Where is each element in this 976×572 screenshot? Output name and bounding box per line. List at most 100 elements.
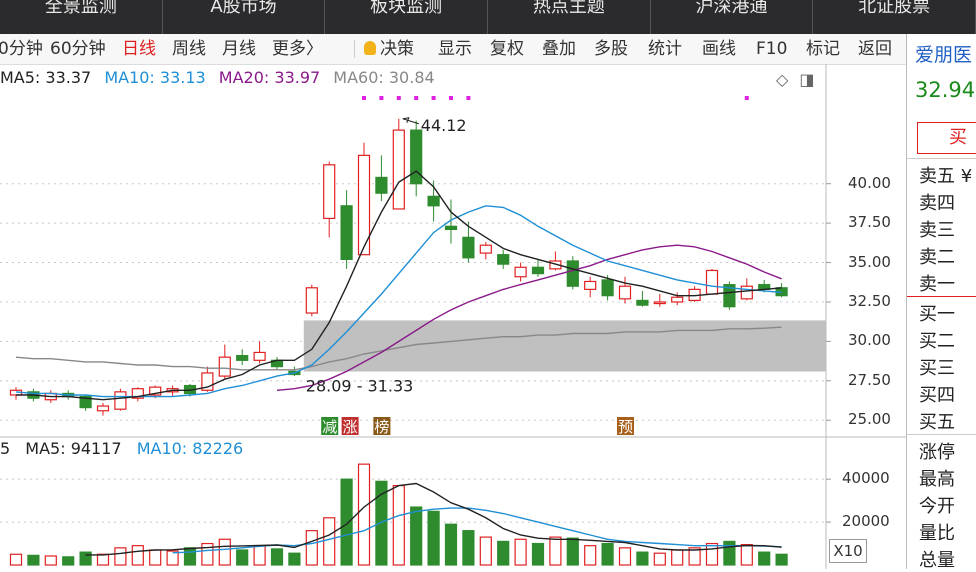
volume-bar [96,553,110,566]
price-tick-label: 32.50 [848,291,891,310]
buy-level-5: 买五 [919,412,955,433]
volume-ma10-line [172,507,782,554]
volume-bar [584,545,597,566]
draw-line-button[interactable]: 画线 [702,34,736,64]
volume-bar [740,544,753,566]
event-tag-label: 预 [618,418,633,436]
back-button[interactable]: 返回 [858,34,892,64]
volume-bar [270,548,284,566]
volume-multiplier-button[interactable]: X10 [829,539,867,563]
volume-bar [410,506,423,566]
volume-bar [236,549,249,566]
event-tag-label: 减 [322,418,337,436]
candle-body [671,296,684,303]
top-nav-tab[interactable]: A股市场 [163,0,326,34]
volume-bar [636,551,649,566]
candle-body [479,244,492,254]
volume-bar [149,549,162,566]
top-nav-tab[interactable]: 北证股票 [813,0,976,34]
candle-body [705,269,719,295]
price-tick-label: 25.00 [848,410,891,429]
stock-name[interactable]: 爱朋医 [915,40,972,67]
top-nav-tab[interactable]: 沪深港通 [651,0,814,34]
vol-ma10-label: MA10: 82226 [136,439,244,458]
volume-bar [427,510,440,566]
signal-dot [431,96,436,100]
statistics-button[interactable]: 统计 [648,34,682,64]
price-tick-label: 40.00 [848,173,891,192]
decision-label: 决策 [380,39,414,59]
top-nav-tab[interactable]: 板块监测 [325,0,489,34]
volume-bar [479,536,492,566]
volume-bar [305,530,318,566]
range-label: 28.09 - 31.33 [306,377,414,396]
candle-body [444,225,458,231]
sell-level-3: 卖三 [919,220,955,241]
buy-level-2: 买二 [919,331,955,352]
overlay-button[interactable]: 叠加 [542,34,576,64]
candle-body [618,285,632,300]
multi-stock-button[interactable]: 多股 [594,34,628,64]
top-nav-tab[interactable]: 全景监测 [0,0,163,34]
period-more-button[interactable]: 更多〉 [272,34,323,64]
candle-body [340,205,353,261]
stock-price: 32.94 [915,78,976,102]
candle-body [740,285,753,300]
volume-bar [601,542,614,566]
high-arrow-head [402,117,410,123]
price-tick-label: 35.00 [848,252,891,271]
volume-bar [44,555,57,566]
sell-level-1: 卖一 [919,274,955,295]
signal-dot [414,96,419,100]
high-price-label: 44.12 [421,116,467,135]
f10-button[interactable]: F10 [756,34,787,64]
signal-dot [396,96,401,100]
buy-button[interactable]: 买 [917,122,976,154]
buy-level-3: 买三 [919,358,955,379]
volume-bar [775,553,788,566]
sell-level-5: 卖五 ¥ [919,166,973,187]
candle-body [392,129,405,210]
quote-panel: 爱朋医 32.94 买 卖五 ¥ 卖四 卖三 卖二 卖一 买一 买二 买三 买四 买五 涨停 最高 今开… [906,34,976,571]
top-nav-tab[interactable]: 热点主题 [488,0,651,34]
candle-body [584,280,597,290]
period-daily-button[interactable]: 日线 [122,34,156,64]
mark-button[interactable]: 标记 [806,34,840,64]
volume-bar [531,542,545,566]
adjust-button[interactable]: 复权 [490,34,524,64]
chart-toolbar: 0分钟 60分钟 日线 周线 月线 更多〉 决策 显示 复权 叠加 多股 统计 … [0,34,906,65]
volume-bar [340,478,353,566]
volume-bar [618,547,632,566]
candle-body [114,391,127,410]
volume-bar [549,536,562,566]
volume-bar [288,552,301,566]
volume-bar [462,530,475,566]
volume-bar [131,545,144,566]
sell-level-2: 卖二 [919,247,955,268]
volume-tick-label: 40000 [842,469,890,488]
event-tag-label: 涨 [343,418,358,436]
candle-body [218,356,231,377]
candle-body [462,236,475,259]
volume-legend: 5 MA5: 94117 MA10: 82226 [0,439,253,458]
signal-dot [379,96,384,100]
period-60min-button[interactable]: 60分钟 [50,34,106,64]
price-tick-label: 30.00 [848,331,891,350]
candle-body [323,164,336,220]
candle-body [514,266,527,278]
period-monthly-button[interactable]: 月线 [222,34,256,64]
display-button[interactable]: 显示 [438,34,472,64]
candle-body [375,176,388,194]
kline-chart[interactable]: 44.12 28.09 - 31.33 减涨榜 预 [0,64,906,569]
volume-tick-label: 20000 [842,512,890,531]
volume-bar [514,538,527,566]
buy-level-4: 买四 [919,385,955,406]
period-weekly-button[interactable]: 周线 [172,34,206,64]
decision-button[interactable]: 决策 [364,34,414,64]
buy-level-1: 买一 [919,304,955,325]
candle-body [96,405,110,412]
candle-body [566,260,579,287]
period-minutes-button[interactable]: 0分钟 [0,34,43,64]
event-tag-label: 榜 [374,418,389,436]
signal-dot [362,96,366,100]
